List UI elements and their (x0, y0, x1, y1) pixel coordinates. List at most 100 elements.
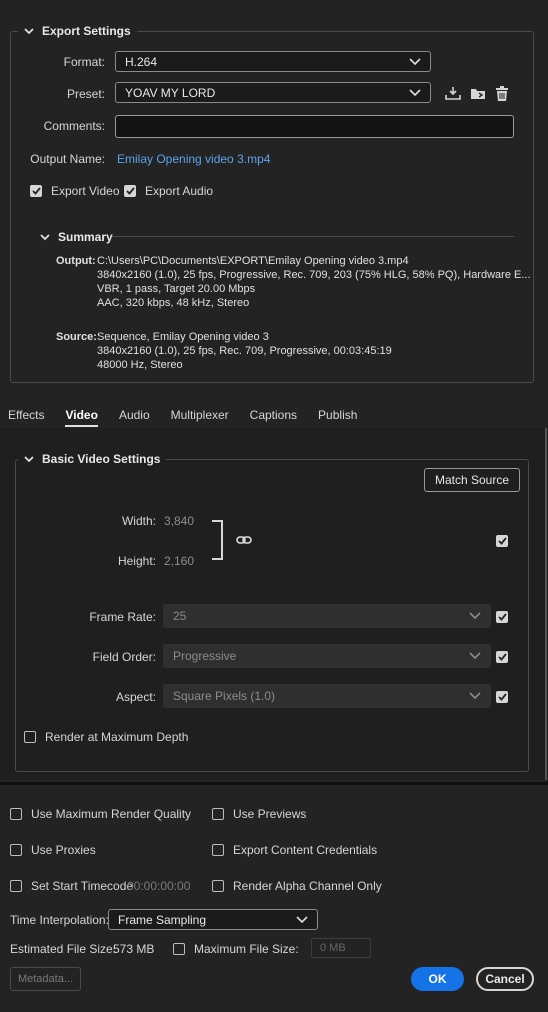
frame-rate-checkbox[interactable] (496, 610, 508, 624)
field-order-dropdown[interactable]: Progressive (163, 644, 491, 668)
export-audio-label: Export Audio (145, 184, 214, 198)
output-name-link[interactable]: Emilay Opening video 3.mp4 (117, 152, 270, 166)
maximum-file-size-input[interactable]: 0 MB (311, 938, 371, 958)
checkbox-icon (173, 943, 185, 955)
tab-publish[interactable]: Publish (318, 408, 357, 427)
chevron-down-icon (409, 57, 421, 65)
basic-video-settings-header[interactable]: Basic Video Settings (18, 451, 167, 467)
start-timecode-value[interactable]: 00:00:00:00 (127, 879, 190, 893)
height-label: Height: (117, 554, 156, 568)
comments-input[interactable] (115, 115, 514, 138)
field-order-label: Field Order: (92, 650, 156, 664)
summary-title: Summary (58, 230, 113, 244)
link-icon[interactable] (236, 534, 252, 548)
export-video-label: Export Video (51, 184, 120, 198)
export-content-credentials-checkbox[interactable]: Export Content Credentials (212, 843, 377, 857)
summary-source-label: Source: (56, 331, 97, 343)
checkbox-icon (10, 808, 22, 820)
summary-source-line: Sequence, Emilay Opening video 3 (97, 331, 269, 343)
preset-dropdown[interactable]: YOAV MY LORD (115, 82, 431, 103)
checkbox-icon (496, 611, 508, 623)
use-proxies-label: Use Proxies (31, 843, 96, 857)
chevron-down-icon (296, 915, 308, 923)
format-dropdown[interactable]: H.264 (115, 51, 431, 72)
frame-rate-dropdown[interactable]: 25 (163, 604, 491, 628)
checkbox-icon (30, 185, 42, 197)
summary-header[interactable]: Summary (40, 230, 113, 244)
checkbox-icon (496, 651, 508, 663)
chevron-down-icon (409, 88, 421, 96)
export-settings-header[interactable]: Export Settings (18, 23, 137, 39)
format-label: Format: (63, 55, 105, 69)
set-start-timecode-checkbox[interactable]: Set Start Timecode (10, 879, 133, 893)
use-previews-checkbox[interactable]: Use Previews (212, 807, 306, 821)
set-start-timecode-label: Set Start Timecode (31, 879, 134, 893)
ok-button[interactable]: OK (411, 967, 464, 991)
dimension-override-checkbox[interactable] (496, 534, 508, 548)
time-interpolation-value: Frame Sampling (118, 912, 207, 927)
summary-output-line: 3840x2160 (1.0), 25 fps, Progressive, Re… (97, 269, 531, 281)
summary-source-line: 48000 Hz, Stereo (97, 359, 183, 371)
summary-source-text: Sequence, Emilay Opening video 3 3840x21… (97, 330, 392, 372)
render-alpha-only-label: Render Alpha Channel Only (233, 879, 382, 893)
use-max-render-quality-checkbox[interactable]: Use Maximum Render Quality (10, 807, 191, 821)
export-audio-checkbox[interactable]: Export Audio (124, 184, 213, 198)
estimated-file-size-value: 573 MB (113, 942, 155, 956)
bottom-divider (0, 782, 548, 785)
checkbox-icon (212, 808, 224, 820)
format-value: H.264 (125, 54, 158, 69)
render-max-depth-checkbox[interactable]: Render at Maximum Depth (24, 730, 188, 744)
tab-audio[interactable]: Audio (119, 408, 150, 427)
field-order-checkbox[interactable] (496, 650, 508, 664)
summary-output-line: C:\Users\PC\Documents\EXPORT\Emilay Open… (97, 255, 409, 267)
estimated-file-size-label: Estimated File Size: (10, 942, 117, 956)
dimension-bracket (212, 520, 223, 560)
width-value[interactable]: 3,840 (164, 514, 194, 528)
output-name-label: Output Name: (30, 152, 105, 166)
maximum-file-size-label: Maximum File Size: (194, 942, 299, 956)
checkbox-icon (124, 185, 136, 197)
tab-multiplexer[interactable]: Multiplexer (171, 408, 229, 427)
use-proxies-checkbox[interactable]: Use Proxies (10, 843, 96, 857)
scrollbar[interactable] (545, 428, 547, 780)
chevron-down-icon (469, 652, 481, 660)
render-alpha-only-checkbox[interactable]: Render Alpha Channel Only (212, 879, 382, 893)
summary-source-line: 3840x2160 (1.0), 25 fps, Rec. 709, Progr… (97, 345, 392, 357)
export-video-checkbox[interactable]: Export Video (30, 184, 120, 198)
time-interpolation-dropdown[interactable]: Frame Sampling (108, 909, 318, 930)
height-value[interactable]: 2,160 (164, 554, 194, 568)
export-settings-title: Export Settings (42, 24, 131, 38)
tab-effects[interactable]: Effects (8, 408, 44, 427)
maximum-file-size-checkbox[interactable]: Maximum File Size: (173, 942, 299, 956)
frame-rate-value: 25 (173, 609, 187, 623)
match-source-button[interactable]: Match Source (424, 468, 520, 492)
preset-value: YOAV MY LORD (125, 85, 216, 100)
summary-output-line: AAC, 320 kbps, 48 kHz, Stereo (97, 297, 250, 309)
width-label: Width: (121, 514, 156, 528)
frame-rate-label: Frame Rate: (89, 610, 156, 624)
aspect-checkbox[interactable] (496, 690, 508, 704)
chevron-down-icon (24, 456, 34, 463)
import-preset-icon[interactable] (469, 84, 487, 102)
summary-output-line: VBR, 1 pass, Target 20.00 Mbps (97, 283, 256, 295)
field-order-value: Progressive (173, 649, 237, 663)
render-max-depth-label: Render at Maximum Depth (45, 730, 189, 744)
preset-label: Preset: (66, 87, 105, 101)
metadata-button[interactable]: Metadata... (10, 967, 81, 991)
basic-video-settings-title: Basic Video Settings (42, 452, 161, 466)
save-preset-icon[interactable] (444, 84, 462, 102)
checkbox-icon (10, 880, 22, 892)
tab-captions[interactable]: Captions (250, 408, 297, 427)
cancel-button[interactable]: Cancel (476, 967, 534, 991)
checkbox-icon (496, 691, 508, 703)
use-previews-label: Use Previews (233, 807, 307, 821)
time-interpolation-label: Time Interpolation: (10, 913, 109, 927)
delete-preset-icon[interactable] (493, 84, 511, 102)
tab-video[interactable]: Video (65, 408, 98, 427)
checkbox-icon (212, 844, 224, 856)
checkbox-icon (24, 731, 36, 743)
comments-label: Comments: (43, 119, 105, 133)
tab-bar: Effects Video Audio Multiplexer Captions… (8, 408, 357, 427)
aspect-dropdown[interactable]: Square Pixels (1.0) (163, 684, 491, 708)
use-max-render-quality-label: Use Maximum Render Quality (31, 807, 192, 821)
